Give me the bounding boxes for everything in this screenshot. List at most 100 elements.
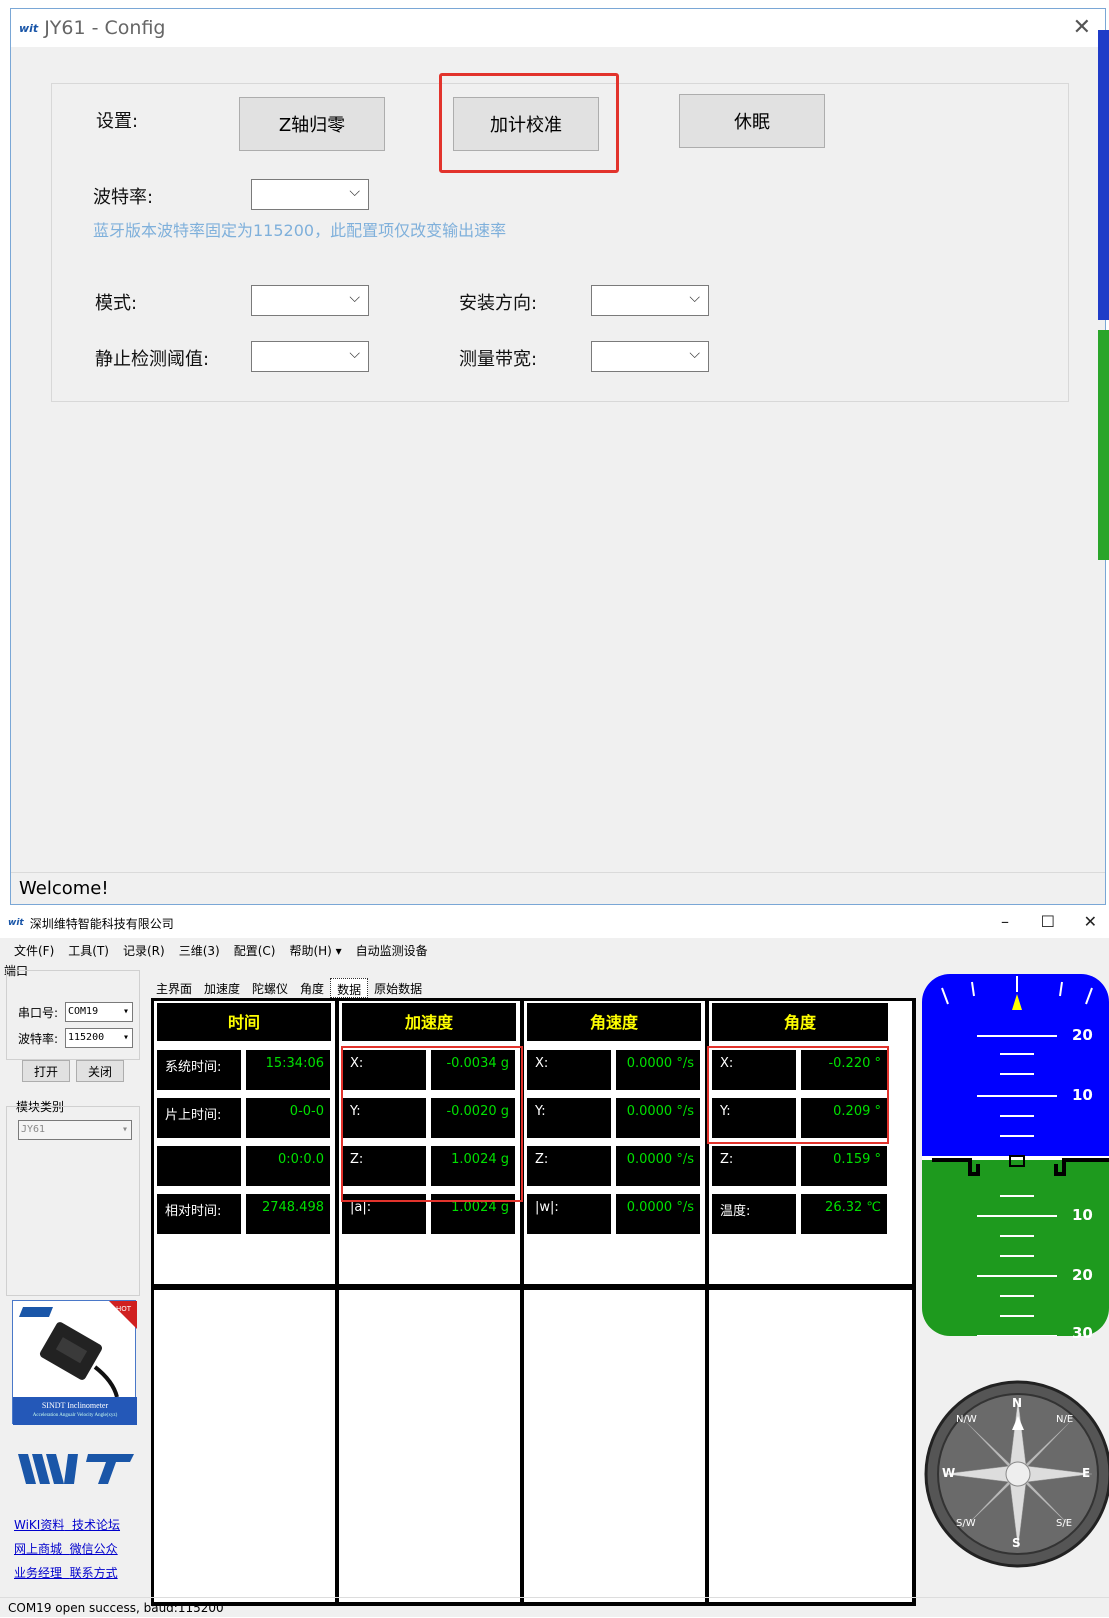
gyro-label-y: Y: — [527, 1098, 611, 1138]
bandwidth-select[interactable]: ⌵ — [591, 341, 709, 372]
bluetooth-hint: 蓝牙版本波特率固定为115200，此配置项仅改变输出速率 — [93, 221, 507, 240]
z-zero-button[interactable]: Z轴归零 — [239, 97, 385, 151]
compass-n: N — [1012, 1396, 1023, 1410]
highlight-box — [439, 73, 619, 173]
product-image[interactable]: SINDT Inclinometer Acceleration Angualr … — [12, 1300, 137, 1425]
gyro-value-z: 0.0000 °/s — [616, 1146, 700, 1186]
minimize-icon[interactable]: – — [1001, 912, 1009, 931]
tab-accel[interactable]: 加速度 — [198, 978, 246, 998]
hot-badge: HOT — [115, 1305, 131, 1313]
gyro-label-x: X: — [527, 1050, 611, 1090]
gyro-value-y: 0.0000 °/s — [616, 1098, 700, 1138]
wit-logo-icon: wit — [8, 918, 24, 928]
mode-label: 模式: — [95, 293, 138, 314]
maximize-icon[interactable]: ☐ — [1041, 912, 1055, 931]
compass-s: S — [1012, 1536, 1021, 1550]
gyro-header: 角速度 — [527, 1003, 701, 1041]
angle-highlight-box — [707, 1046, 889, 1144]
main-title: 深圳维特智能科技有限公司 — [29, 916, 174, 931]
close-port-button[interactable]: 关闭 — [76, 1060, 124, 1082]
angle-label-z: Z: — [712, 1146, 796, 1186]
chevron-down-icon: ⌵ — [689, 290, 700, 306]
tab-data[interactable]: 数据 — [330, 978, 369, 998]
tab-gyro[interactable]: 陀螺仪 — [246, 978, 294, 998]
temperature-label: 温度: — [712, 1194, 796, 1234]
gyro-value-mag: 0.0000 °/s — [616, 1194, 700, 1234]
angle-lower-panel — [709, 1290, 912, 1602]
wit-logo-icon: wit — [19, 21, 39, 35]
config-window: wit JY61 - Config ✕ 设置: Z轴归零 加计校准 休眠 波特率… — [10, 8, 1106, 905]
tab-main[interactable]: 主界面 — [150, 978, 198, 998]
menu-tools[interactable]: 工具(T) — [68, 942, 109, 959]
close-icon[interactable]: ✕ — [1073, 15, 1091, 40]
manager-link[interactable]: 业务经理 — [14, 1566, 62, 1580]
mode-select[interactable]: ⌵ — [251, 285, 369, 316]
forum-link[interactable]: 技术论坛 — [72, 1518, 120, 1532]
menu-help[interactable]: 帮助(H) ▾ — [289, 942, 341, 959]
contact-link[interactable]: 联系方式 — [70, 1566, 118, 1580]
compass-ne: N/E — [1056, 1414, 1074, 1425]
link-row-3: 业务经理 联系方式 — [14, 1564, 118, 1581]
tab-raw-data[interactable]: 原始数据 — [368, 978, 428, 998]
tab-angle[interactable]: 角度 — [294, 978, 330, 998]
time-lower-panel — [154, 1290, 335, 1602]
wechat-link[interactable]: 微信公众 — [70, 1542, 118, 1556]
time-label-3 — [157, 1146, 241, 1186]
time-value-4: 2748.498 — [246, 1194, 330, 1234]
port-select[interactable]: COM19 ▾ — [65, 1002, 133, 1022]
shop-link[interactable]: 网上商城 — [14, 1542, 62, 1556]
pitch-label-down-30: 30 — [1072, 1324, 1093, 1342]
sleep-button[interactable]: 休眠 — [679, 94, 825, 148]
angle-header: 角度 — [712, 1003, 888, 1041]
static-threshold-select[interactable]: ⌵ — [251, 341, 369, 372]
wit-brand-logo-icon — [18, 1454, 134, 1484]
time-panel — [154, 1001, 335, 1284]
menu-config[interactable]: 配置(C) — [234, 942, 276, 959]
baud-label-main: 波特率: — [18, 1032, 59, 1046]
compass-w: W — [942, 1466, 956, 1480]
product-caption: SINDT Inclinometer — [41, 1401, 109, 1410]
background-window-edge — [1098, 0, 1109, 905]
accel-highlight-box — [341, 1046, 523, 1202]
gyro-label-z: Z: — [527, 1146, 611, 1186]
baud-select[interactable]: ⌵ — [251, 179, 369, 210]
static-threshold-label: 静止检测阈值: — [95, 349, 210, 370]
gyro-label-mag: |w|: — [527, 1194, 611, 1234]
module-value: JY61 — [21, 1124, 46, 1135]
time-label-2: 片上时间: — [157, 1098, 241, 1138]
bandwidth-label: 测量带宽: — [459, 349, 538, 370]
link-row-2: 网上商城 微信公众 — [14, 1540, 118, 1557]
menu-3d[interactable]: 三维(3) — [179, 942, 220, 959]
wiki-link[interactable]: WiKI资料 — [14, 1518, 64, 1532]
accel-header: 加速度 — [342, 1003, 516, 1041]
menu-file[interactable]: 文件(F) — [14, 942, 54, 959]
config-title-bar: wit JY61 - Config ✕ — [11, 9, 1105, 47]
baud-value: 115200 — [68, 1032, 105, 1043]
compass-se: S/E — [1056, 1518, 1073, 1529]
time-value-2: 0-0-0 — [246, 1098, 330, 1138]
menu-auto-detect[interactable]: 自动监测设备 — [356, 942, 428, 959]
main-window: wit 深圳维特智能科技有限公司 – ☐ ✕ 文件(F) 工具(T) 记录(R)… — [0, 908, 1109, 1617]
compass-nw: N/W — [956, 1414, 977, 1425]
open-port-button[interactable]: 打开 — [22, 1060, 70, 1082]
time-label-4: 相对时间: — [157, 1194, 241, 1234]
install-direction-select[interactable]: ⌵ — [591, 285, 709, 316]
config-title: JY61 - Config — [44, 17, 166, 39]
close-icon[interactable]: ✕ — [1084, 912, 1097, 931]
time-header: 时间 — [157, 1003, 331, 1041]
menu-record[interactable]: 记录(R) — [123, 942, 165, 959]
time-value-3: 0:0:0.0 — [246, 1146, 330, 1186]
pitch-label-up-20: 20 — [1072, 1026, 1093, 1044]
baud-select-main[interactable]: 115200 ▾ — [65, 1028, 133, 1048]
chevron-down-icon: ⌵ — [689, 346, 700, 362]
pitch-label-down-20: 20 — [1072, 1266, 1093, 1284]
settings-label: 设置: — [96, 111, 139, 132]
time-label-1: 系统时间: — [157, 1050, 241, 1090]
accel-lower-panel — [339, 1290, 520, 1602]
data-grid: 时间 加速度 角速度 角度 系统时间: 15:34:06 片上时间: 0-0-0… — [151, 998, 916, 1606]
chevron-down-icon: ▾ — [122, 1032, 129, 1043]
port-label: 串口号: — [18, 1006, 59, 1020]
module-select[interactable]: JY61 ▾ — [18, 1120, 132, 1140]
config-status-bar: Welcome! — [11, 872, 1105, 904]
compass: N E S W N/E N/W S/E S/W — [922, 1378, 1109, 1568]
